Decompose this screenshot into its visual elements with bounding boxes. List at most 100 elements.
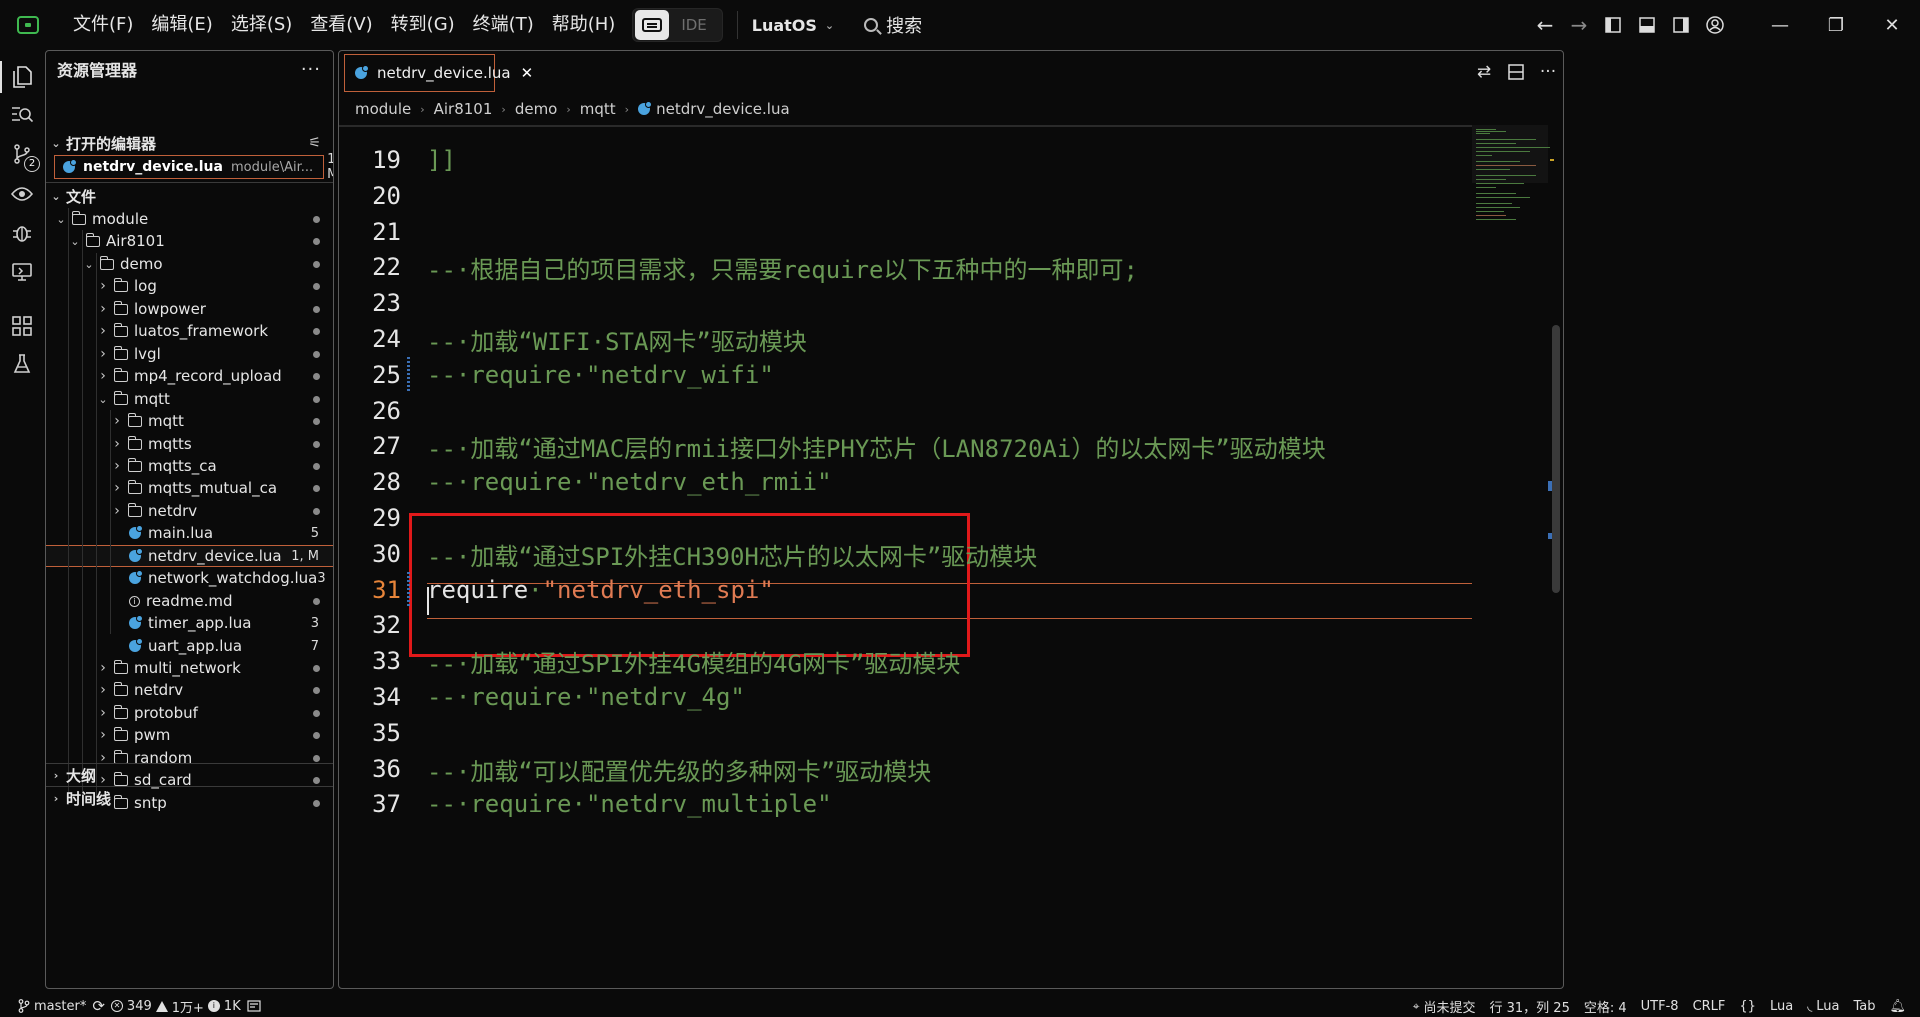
menu-go[interactable]: 转到(G)	[382, 0, 464, 50]
breadcrumb-air8101[interactable]: Air8101	[434, 100, 493, 118]
menu-edit[interactable]: 编辑(E)	[142, 0, 221, 50]
tree-folder[interactable]: › protobuf	[46, 702, 333, 724]
tree-file[interactable]: timer_app.lua 3	[46, 612, 333, 634]
code-token: --·require·"netdrv_4g"	[427, 683, 745, 711]
code-text: --·require·"netdrv_4g"	[427, 683, 745, 711]
menu-selection[interactable]: 选择(S)	[222, 0, 301, 50]
open-editors-header[interactable]: ⌄ 打开的编辑器 ⚟	[46, 132, 333, 154]
status-dot	[313, 686, 320, 694]
tree-folder[interactable]: ⌄ demo	[46, 253, 333, 275]
tree-file[interactable]: i readme.md	[46, 590, 333, 612]
breadcrumb-mqtt[interactable]: mqtt	[580, 100, 616, 118]
more-actions-icon[interactable]: ···	[1533, 57, 1563, 87]
timeline-header[interactable]: › 时间线	[46, 787, 333, 809]
toggle-panel-icon[interactable]	[1630, 8, 1664, 42]
folder-icon	[113, 277, 128, 292]
code-editor[interactable]: 19]] 20 21 22 --·根据自己的项目需求，只需要require以下五种中的一…	[339, 125, 1472, 988]
tree-folder[interactable]: › mqtts	[46, 433, 333, 455]
open-changes-icon[interactable]: ⇄	[1469, 57, 1499, 87]
ide-mode-label[interactable]: IDE	[669, 16, 721, 34]
tab-netdrv-device[interactable]: netdrv_device.lua ✕	[344, 54, 533, 92]
status-dot	[313, 709, 320, 717]
menu-file[interactable]: 文件(F)	[64, 0, 142, 50]
terminal-icon[interactable]	[247, 1000, 261, 1012]
breadcrumb-demo[interactable]: demo	[515, 100, 558, 118]
lua-file-icon	[129, 548, 143, 562]
files-header[interactable]: ⌄ 文件	[46, 185, 333, 207]
breadcrumb-file[interactable]: netdrv_device.lua	[656, 100, 790, 118]
tree-file[interactable]: uart_app.lua 7	[46, 635, 333, 657]
menu-help[interactable]: 帮助(H)	[543, 0, 625, 50]
source-control-icon[interactable]: 2	[0, 132, 44, 176]
ide-window: 文件(F) 编辑(E) 选择(S) 查看(V) 转到(G) 终端(T) 帮助(H…	[0, 0, 1920, 1017]
lua-file-icon	[638, 101, 653, 115]
breadcrumb-module[interactable]: module	[355, 100, 411, 118]
close-icon[interactable]: ✕	[521, 64, 534, 82]
scroll-thumb[interactable]	[1552, 325, 1560, 593]
tree-file[interactable]: network_watchdog.lua 3	[46, 567, 333, 589]
sync-icon[interactable]: ⟳	[92, 997, 105, 1015]
testing-flask-icon[interactable]	[0, 342, 44, 386]
tree-folder[interactable]: ⌄ mqtt	[46, 388, 333, 410]
mode-toggle[interactable]: IDE	[632, 8, 723, 42]
lua-server-status[interactable]: ◟ Lua	[1807, 999, 1839, 1014]
branch-indicator[interactable]: master*	[18, 999, 86, 1014]
tree-folder[interactable]: › lowpower	[46, 298, 333, 320]
notifications-bell-icon[interactable]: 🔔︎	[1889, 999, 1906, 1014]
forward-arrow-icon[interactable]: →	[1562, 8, 1596, 42]
menu-terminal[interactable]: 终端(T)	[464, 0, 543, 50]
vertical-scrollbar[interactable]	[1548, 125, 1563, 988]
tree-folder[interactable]: › mqtts_ca	[46, 455, 333, 477]
outline-header[interactable]: › 大纲	[46, 764, 333, 786]
code-token: --·加载“WIFI·STA网卡”驱动模块	[427, 327, 807, 356]
editor-group: netdrv_device.lua ✕ ⇄ ··· module › Air81…	[338, 50, 1564, 989]
tree-folder[interactable]: › pwm	[46, 724, 333, 746]
split-editor-icon[interactable]	[1501, 57, 1531, 87]
tree-folder[interactable]: ⌄ module	[46, 208, 333, 230]
language-mode[interactable]: Lua	[1770, 999, 1793, 1014]
tree-file[interactable]: netdrv_device.lua 1, M	[46, 545, 333, 567]
minimap[interactable]	[1472, 125, 1550, 988]
tree-folder[interactable]: ⌄ Air8101	[46, 230, 333, 252]
tree-folder[interactable]: › netdrv	[46, 679, 333, 701]
commit-status[interactable]: ⌖ 尚未提交	[1413, 997, 1476, 1016]
tree-file[interactable]: main.lua 5	[46, 522, 333, 544]
account-icon[interactable]	[1698, 8, 1732, 42]
restore-icon[interactable]: ❐	[1808, 0, 1864, 50]
search-view-icon[interactable]	[0, 93, 44, 137]
open-editor-item[interactable]: netdrv_device.lua module\Air... 1, M ✕	[54, 152, 333, 182]
tree-folder[interactable]: › log	[46, 275, 333, 297]
eye-icon[interactable]	[0, 172, 44, 216]
tree-folder[interactable]: › mp4_record_upload	[46, 365, 333, 387]
bracket-icon[interactable]: {}	[1739, 999, 1756, 1014]
menu-view[interactable]: 查看(V)	[301, 0, 381, 50]
tree-folder[interactable]: › luatos_framework	[46, 320, 333, 342]
problems-indicator[interactable]: ✕ 349 1万+ i 1K	[110, 997, 241, 1016]
back-arrow-icon[interactable]: ←	[1528, 8, 1562, 42]
minimize-icon[interactable]: —	[1752, 0, 1808, 50]
tree-folder[interactable]: › mqtts_mutual_ca	[46, 477, 333, 499]
tab-mode[interactable]: Tab	[1853, 999, 1875, 1014]
indentation[interactable]: 空格: 4	[1584, 997, 1627, 1016]
close-window-icon[interactable]: ✕	[1864, 0, 1920, 50]
command-search[interactable]: 搜索	[864, 12, 922, 38]
encoding[interactable]: UTF-8	[1641, 999, 1679, 1014]
chevron-right-icon: ›	[420, 102, 425, 116]
tree-folder[interactable]: › netdrv	[46, 500, 333, 522]
tree-folder[interactable]: › mqtt	[46, 410, 333, 432]
project-selector[interactable]: LuatOS ⌄	[752, 16, 834, 35]
simple-mode-icon[interactable]	[635, 10, 670, 40]
cursor-position[interactable]: 行 31，列 25	[1490, 997, 1570, 1016]
line-number: 29	[372, 504, 401, 532]
sliders-icon[interactable]: ⚟	[308, 135, 321, 151]
line-ending[interactable]: CRLF	[1693, 999, 1726, 1014]
code-line: 32	[339, 607, 1472, 643]
chevron-right-icon: ›	[100, 368, 106, 384]
toggle-primary-sidebar-icon[interactable]	[1596, 8, 1630, 42]
tree-folder[interactable]: › lvgl	[46, 343, 333, 365]
toggle-secondary-sidebar-icon[interactable]	[1664, 8, 1698, 42]
tree-folder[interactable]: › multi_network	[46, 657, 333, 679]
more-actions-icon[interactable]: ···	[301, 59, 321, 80]
debug-bug-icon[interactable]	[0, 211, 44, 255]
remote-monitor-icon[interactable]	[0, 250, 44, 294]
